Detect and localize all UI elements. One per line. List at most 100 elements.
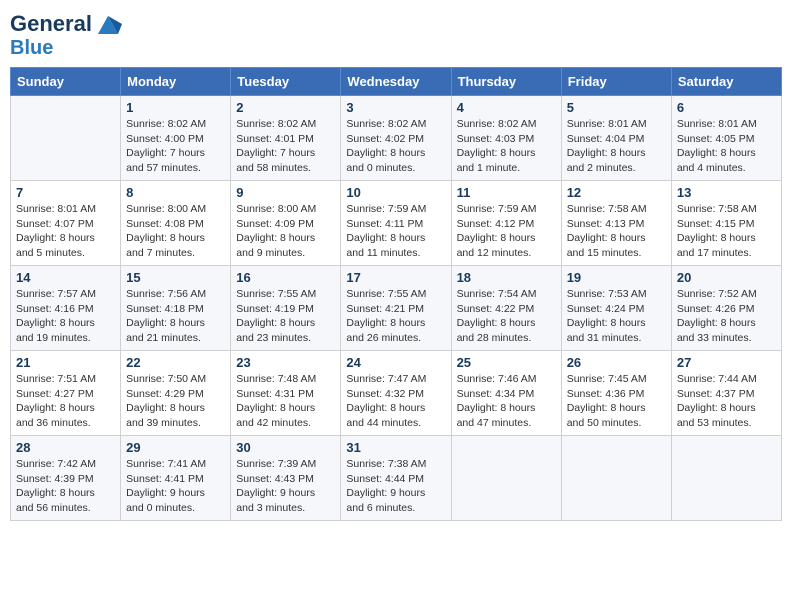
calendar-cell: 31 Sunrise: 7:38 AMSunset: 4:44 PMDayligh… bbox=[341, 436, 451, 521]
calendar-cell: 13 Sunrise: 7:58 AMSunset: 4:15 PMDayligh… bbox=[671, 181, 781, 266]
day-info: Sunrise: 8:01 AMSunset: 4:07 PMDaylight:… bbox=[16, 202, 115, 261]
calendar-cell: 19 Sunrise: 7:53 AMSunset: 4:24 PMDayligh… bbox=[561, 266, 671, 351]
header-cell-thursday: Thursday bbox=[451, 68, 561, 96]
header-cell-wednesday: Wednesday bbox=[341, 68, 451, 96]
calendar-cell: 15Sunrise: 7:56 AMSunset: 4:18 PMDayligh… bbox=[121, 266, 231, 351]
calendar-cell: 24 Sunrise: 7:47 AMSunset: 4:32 PMDayligh… bbox=[341, 351, 451, 436]
day-number: 8 bbox=[126, 185, 225, 200]
day-number: 20 bbox=[677, 270, 776, 285]
calendar-cell: 29 Sunrise: 7:41 AMSunset: 4:41 PMDayligh… bbox=[121, 436, 231, 521]
day-number: 1 bbox=[126, 100, 225, 115]
logo-blue-text: Blue bbox=[10, 37, 53, 59]
day-number: 25 bbox=[457, 355, 556, 370]
header-cell-saturday: Saturday bbox=[671, 68, 781, 96]
day-info: Sunrise: 7:38 AMSunset: 4:44 PMDaylight:… bbox=[346, 457, 445, 516]
day-number: 5 bbox=[567, 100, 666, 115]
day-info: Sunrise: 7:48 AMSunset: 4:31 PMDaylight:… bbox=[236, 372, 335, 431]
calendar-cell bbox=[451, 436, 561, 521]
day-number: 11 bbox=[457, 185, 556, 200]
calendar-cell: 27 Sunrise: 7:44 AMSunset: 4:37 PMDayligh… bbox=[671, 351, 781, 436]
day-number: 6 bbox=[677, 100, 776, 115]
calendar-cell bbox=[561, 436, 671, 521]
logo: General Blue bbox=[10, 10, 122, 59]
calendar-cell: 4 Sunrise: 8:02 AMSunset: 4:03 PMDaylight… bbox=[451, 96, 561, 181]
calendar-cell: 17 Sunrise: 7:55 AMSunset: 4:21 PMDayligh… bbox=[341, 266, 451, 351]
calendar-cell: 8 Sunrise: 8:00 AMSunset: 4:08 PMDaylight… bbox=[121, 181, 231, 266]
calendar-cell: 12 Sunrise: 7:58 AMSunset: 4:13 PMDayligh… bbox=[561, 181, 671, 266]
calendar-cell: 30 Sunrise: 7:39 AMSunset: 4:43 PMDayligh… bbox=[231, 436, 341, 521]
header-cell-tuesday: Tuesday bbox=[231, 68, 341, 96]
day-info: Sunrise: 7:41 AMSunset: 4:41 PMDaylight:… bbox=[126, 457, 225, 516]
page-header: General Blue bbox=[10, 10, 782, 59]
calendar-cell: 10 Sunrise: 7:59 AMSunset: 4:11 PMDayligh… bbox=[341, 181, 451, 266]
calendar-week-row: 7 Sunrise: 8:01 AMSunset: 4:07 PMDaylight… bbox=[11, 181, 782, 266]
day-number: 17 bbox=[346, 270, 445, 285]
calendar-cell: 11Sunrise: 7:59 AMSunset: 4:12 PMDayligh… bbox=[451, 181, 561, 266]
day-number: 24 bbox=[346, 355, 445, 370]
calendar-cell: 5 Sunrise: 8:01 AMSunset: 4:04 PMDaylight… bbox=[561, 96, 671, 181]
day-info: Sunrise: 7:55 AMSunset: 4:19 PMDaylight:… bbox=[236, 287, 335, 346]
day-info: Sunrise: 7:51 AMSunset: 4:27 PMDaylight:… bbox=[16, 372, 115, 431]
day-info: Sunrise: 7:44 AMSunset: 4:37 PMDaylight:… bbox=[677, 372, 776, 431]
calendar-cell: 26 Sunrise: 7:45 AMSunset: 4:36 PMDayligh… bbox=[561, 351, 671, 436]
day-number: 12 bbox=[567, 185, 666, 200]
day-number: 3 bbox=[346, 100, 445, 115]
day-number: 10 bbox=[346, 185, 445, 200]
day-number: 23 bbox=[236, 355, 335, 370]
day-info: Sunrise: 7:52 AMSunset: 4:26 PMDaylight:… bbox=[677, 287, 776, 346]
calendar-cell: 3 Sunrise: 8:02 AMSunset: 4:02 PMDaylight… bbox=[341, 96, 451, 181]
calendar-cell: 7 Sunrise: 8:01 AMSunset: 4:07 PMDaylight… bbox=[11, 181, 121, 266]
day-number: 31 bbox=[346, 440, 445, 455]
day-info: Sunrise: 8:02 AMSunset: 4:02 PMDaylight:… bbox=[346, 117, 445, 176]
day-info: Sunrise: 7:54 AMSunset: 4:22 PMDaylight:… bbox=[457, 287, 556, 346]
logo-text: General bbox=[10, 13, 92, 35]
day-info: Sunrise: 7:39 AMSunset: 4:43 PMDaylight:… bbox=[236, 457, 335, 516]
calendar-cell: 22 Sunrise: 7:50 AMSunset: 4:29 PMDayligh… bbox=[121, 351, 231, 436]
calendar-week-row: 21Sunrise: 7:51 AMSunset: 4:27 PMDayligh… bbox=[11, 351, 782, 436]
day-info: Sunrise: 7:50 AMSunset: 4:29 PMDaylight:… bbox=[126, 372, 225, 431]
day-number: 13 bbox=[677, 185, 776, 200]
day-info: Sunrise: 7:58 AMSunset: 4:15 PMDaylight:… bbox=[677, 202, 776, 261]
day-number: 9 bbox=[236, 185, 335, 200]
calendar-cell: 9 Sunrise: 8:00 AMSunset: 4:09 PMDaylight… bbox=[231, 181, 341, 266]
day-number: 22 bbox=[126, 355, 225, 370]
day-info: Sunrise: 8:01 AMSunset: 4:05 PMDaylight:… bbox=[677, 117, 776, 176]
day-info: Sunrise: 7:47 AMSunset: 4:32 PMDaylight:… bbox=[346, 372, 445, 431]
day-info: Sunrise: 8:02 AMSunset: 4:03 PMDaylight:… bbox=[457, 117, 556, 176]
day-info: Sunrise: 7:53 AMSunset: 4:24 PMDaylight:… bbox=[567, 287, 666, 346]
calendar-cell bbox=[671, 436, 781, 521]
header-cell-friday: Friday bbox=[561, 68, 671, 96]
day-number: 30 bbox=[236, 440, 335, 455]
day-number: 7 bbox=[16, 185, 115, 200]
day-number: 19 bbox=[567, 270, 666, 285]
logo-icon bbox=[94, 10, 122, 38]
day-info: Sunrise: 8:01 AMSunset: 4:04 PMDaylight:… bbox=[567, 117, 666, 176]
header-cell-monday: Monday bbox=[121, 68, 231, 96]
day-info: Sunrise: 7:55 AMSunset: 4:21 PMDaylight:… bbox=[346, 287, 445, 346]
calendar-week-row: 14Sunrise: 7:57 AMSunset: 4:16 PMDayligh… bbox=[11, 266, 782, 351]
calendar-week-row: 1 Sunrise: 8:02 AMSunset: 4:00 PMDaylight… bbox=[11, 96, 782, 181]
day-info: Sunrise: 8:00 AMSunset: 4:08 PMDaylight:… bbox=[126, 202, 225, 261]
day-info: Sunrise: 7:46 AMSunset: 4:34 PMDaylight:… bbox=[457, 372, 556, 431]
day-number: 18 bbox=[457, 270, 556, 285]
day-info: Sunrise: 8:00 AMSunset: 4:09 PMDaylight:… bbox=[236, 202, 335, 261]
calendar-cell bbox=[11, 96, 121, 181]
day-number: 26 bbox=[567, 355, 666, 370]
day-info: Sunrise: 8:02 AMSunset: 4:00 PMDaylight:… bbox=[126, 117, 225, 176]
day-number: 4 bbox=[457, 100, 556, 115]
day-number: 14 bbox=[16, 270, 115, 285]
day-info: Sunrise: 7:45 AMSunset: 4:36 PMDaylight:… bbox=[567, 372, 666, 431]
calendar-cell: 28Sunrise: 7:42 AMSunset: 4:39 PMDayligh… bbox=[11, 436, 121, 521]
calendar-cell: 16Sunrise: 7:55 AMSunset: 4:19 PMDayligh… bbox=[231, 266, 341, 351]
day-number: 15 bbox=[126, 270, 225, 285]
calendar-cell: 14Sunrise: 7:57 AMSunset: 4:16 PMDayligh… bbox=[11, 266, 121, 351]
calendar-cell: 18 Sunrise: 7:54 AMSunset: 4:22 PMDayligh… bbox=[451, 266, 561, 351]
day-info: Sunrise: 7:59 AMSunset: 4:11 PMDaylight:… bbox=[346, 202, 445, 261]
day-number: 27 bbox=[677, 355, 776, 370]
header-row: SundayMondayTuesdayWednesdayThursdayFrid… bbox=[11, 68, 782, 96]
calendar-cell: 21Sunrise: 7:51 AMSunset: 4:27 PMDayligh… bbox=[11, 351, 121, 436]
calendar-cell: 6 Sunrise: 8:01 AMSunset: 4:05 PMDaylight… bbox=[671, 96, 781, 181]
day-info: Sunrise: 7:58 AMSunset: 4:13 PMDaylight:… bbox=[567, 202, 666, 261]
calendar-cell: 20 Sunrise: 7:52 AMSunset: 4:26 PMDayligh… bbox=[671, 266, 781, 351]
day-number: 29 bbox=[126, 440, 225, 455]
